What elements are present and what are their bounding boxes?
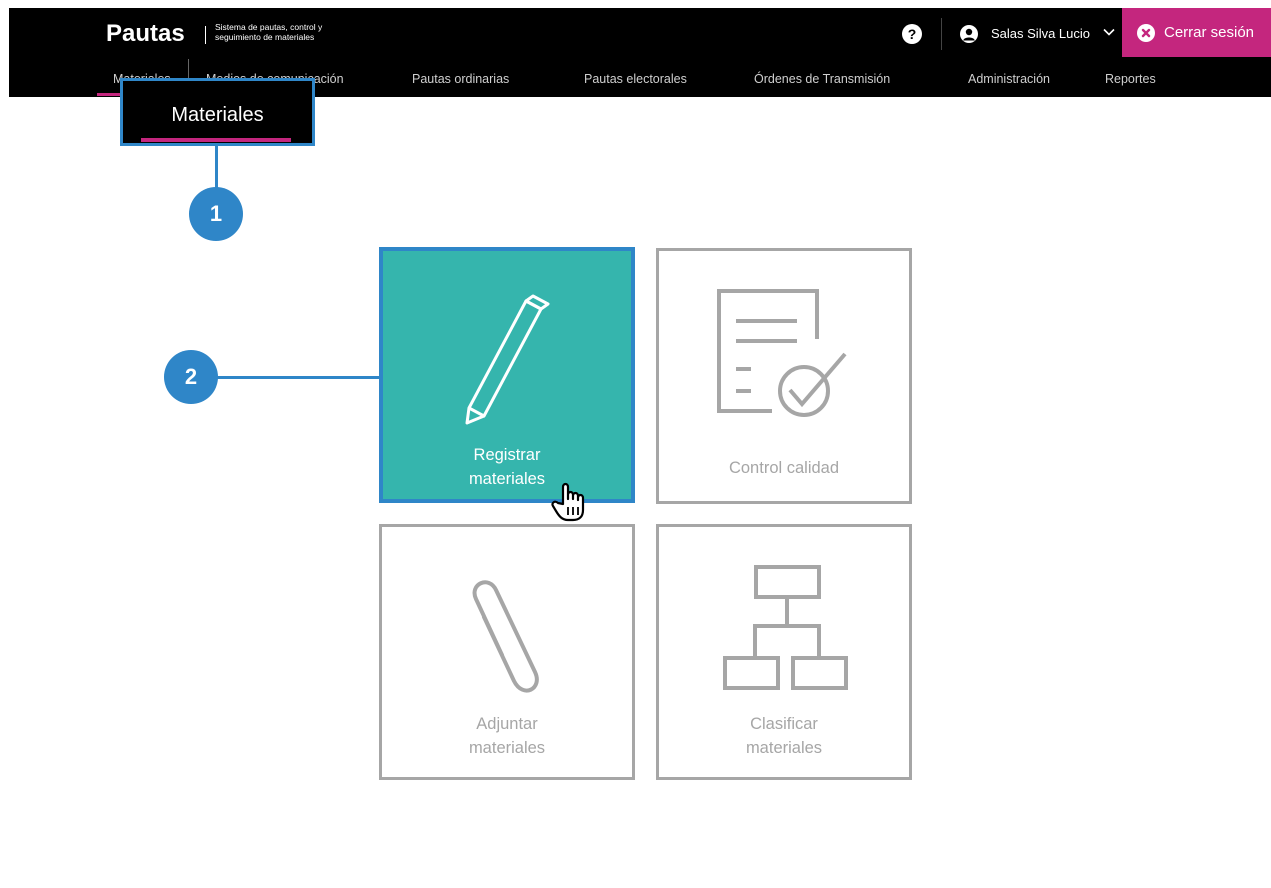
callout-materiales-label: Materiales <box>171 104 264 126</box>
user-menu-name[interactable]: Salas Silva Lucio <box>991 25 1090 43</box>
hand-pointer-icon <box>551 482 585 522</box>
tile-adjuntar-label: Adjuntar materiales <box>382 712 632 760</box>
close-circle-icon <box>1137 24 1155 42</box>
app-title: Pautas <box>106 20 185 47</box>
nav-item-pautas-electorales[interactable]: Pautas electorales <box>584 71 687 87</box>
tile-registrar-materiales[interactable]: Registrar materiales <box>379 247 635 503</box>
nav-item-pautas-ordinarias[interactable]: Pautas ordinarias <box>412 71 509 87</box>
tile-adjuntar-line2: materiales <box>468 739 546 757</box>
tile-adjuntar-line1: Adjuntar <box>476 715 538 733</box>
nav-item-reportes[interactable]: Reportes <box>1105 71 1156 87</box>
tile-clasificar-materiales[interactable]: Clasificar materiales <box>656 524 912 780</box>
nav-item-administracion[interactable]: Administración <box>968 71 1050 87</box>
nav-item-ordenes-transmision[interactable]: Órdenes de Transmisión <box>754 71 890 87</box>
step-badge-1: 1 <box>189 187 243 241</box>
tile-registrar-line1: Registrar <box>473 446 541 464</box>
logout-button[interactable]: Cerrar sesión <box>1122 8 1271 57</box>
logout-label: Cerrar sesión <box>1164 24 1255 41</box>
help-icon[interactable]: ? <box>902 24 922 44</box>
chevron-down-icon[interactable] <box>1101 24 1117 40</box>
callout-2-connector <box>216 376 380 379</box>
tile-clasificar-label: Clasificar materiales <box>659 712 909 760</box>
top-bar: Pautas Sistema de pautas, control y segu… <box>9 8 1271 57</box>
step-badge-2: 2 <box>164 350 218 404</box>
app-subtitle-line2: seguimiento de materiales <box>215 31 315 42</box>
callout-1-connector <box>215 143 218 188</box>
tile-adjuntar-materiales[interactable]: Adjuntar materiales <box>379 524 635 780</box>
callout-active-indicator <box>141 138 291 142</box>
brand-divider <box>205 26 206 44</box>
tile-clasificar-line1: Clasificar <box>750 715 818 733</box>
user-divider <box>941 18 942 50</box>
tile-control-calidad[interactable]: Control calidad <box>656 248 912 504</box>
tile-control-calidad-label: Control calidad <box>728 459 840 477</box>
user-avatar-icon[interactable] <box>960 25 978 43</box>
callout-materiales: Materiales <box>120 78 315 146</box>
app-subtitle: Sistema de pautas, control y seguimiento… <box>215 22 365 42</box>
tile-clasificar-line2: materiales <box>745 739 823 757</box>
